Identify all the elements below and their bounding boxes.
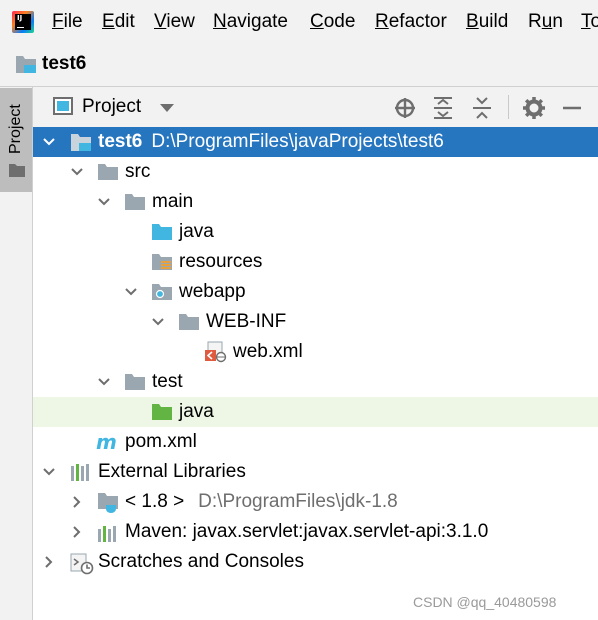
tree-row-jdk[interactable]: < 1.8 > D:\ProgramFiles\jdk-1.8 xyxy=(33,487,598,517)
tree-label-webxml: web.xml xyxy=(233,341,303,362)
source-folder-icon xyxy=(152,224,172,240)
folder-icon xyxy=(98,164,118,180)
project-view-icon xyxy=(53,97,73,115)
menu-refactor[interactable]: Refactor xyxy=(375,11,447,33)
chevron-down-icon[interactable] xyxy=(97,195,111,209)
breadcrumb-project[interactable]: test6 xyxy=(42,53,86,75)
folder-icon xyxy=(125,194,145,210)
tree-row-test[interactable]: test xyxy=(33,367,598,397)
jdk-folder-icon xyxy=(98,493,118,513)
folder-icon xyxy=(179,314,199,330)
tree-row-webapp[interactable]: webapp xyxy=(33,277,598,307)
folder-icon xyxy=(125,374,145,390)
web-folder-icon xyxy=(152,284,172,300)
svg-text:m: m xyxy=(96,432,117,452)
minimize-icon[interactable] xyxy=(560,96,584,120)
chevron-down-icon[interactable] xyxy=(42,465,56,479)
menu-file[interactable]: File xyxy=(52,11,83,33)
tree-label-webinf: WEB-INF xyxy=(206,311,287,332)
tree-label-main: main xyxy=(152,191,194,212)
tree-row-pom[interactable]: m pom.xml xyxy=(33,427,598,457)
tree-label-jdk: < 1.8 > D:\ProgramFiles\jdk-1.8 xyxy=(125,491,398,512)
tree-row-java-main[interactable]: java xyxy=(33,217,598,247)
collapse-all-icon[interactable] xyxy=(470,96,494,120)
scratches-icon xyxy=(70,553,94,575)
locate-target-icon[interactable] xyxy=(393,96,417,120)
maven-icon: m xyxy=(96,432,117,452)
chevron-right-icon[interactable] xyxy=(70,525,84,539)
chevron-down-icon[interactable] xyxy=(97,375,111,389)
xml-file-icon xyxy=(205,341,227,363)
tree-row-src[interactable]: src xyxy=(33,157,598,187)
chevron-right-icon[interactable] xyxy=(42,555,56,569)
tree-label-test: test xyxy=(152,371,183,392)
folder-icon xyxy=(9,164,25,177)
menu-bar xyxy=(0,0,598,44)
tree-row-maven-servlet-api[interactable]: Maven: javax.servlet:javax.servlet-api:3… xyxy=(33,517,598,547)
menu-navigate[interactable]: Navigate xyxy=(213,11,288,33)
menu-view[interactable]: View xyxy=(154,11,195,33)
tree-row-java-test[interactable]: java xyxy=(33,397,598,427)
tree-row-resources[interactable]: resources xyxy=(33,247,598,277)
toolbar-separator xyxy=(508,95,509,119)
chevron-down-icon[interactable] xyxy=(70,165,84,179)
chevron-down-icon[interactable] xyxy=(160,104,174,112)
chevron-down-icon[interactable] xyxy=(151,315,165,329)
chevron-down-icon[interactable] xyxy=(124,285,138,299)
project-tool-tab-label[interactable]: Project xyxy=(4,98,28,154)
watermark: CSDN @qq_40480598 xyxy=(413,594,557,610)
gear-icon[interactable] xyxy=(522,96,546,120)
menu-code[interactable]: Code xyxy=(310,11,355,33)
tree-label-src: src xyxy=(125,161,151,182)
tree-row-scratches[interactable]: Scratches and Consoles xyxy=(33,547,598,577)
resources-folder-icon xyxy=(152,254,172,270)
project-view-title[interactable]: Project xyxy=(82,96,141,118)
tree-row-webinf[interactable]: WEB-INF xyxy=(33,307,598,337)
tree-label-java-main: java xyxy=(179,221,214,242)
navigation-bar xyxy=(0,44,598,87)
tree-label-external-libraries: External Libraries xyxy=(98,461,246,482)
project-folder-icon xyxy=(71,134,91,151)
tree-row-webxml[interactable]: web.xml xyxy=(33,337,598,367)
tree-label-test6: test6 D:\ProgramFiles\javaProjects\test6 xyxy=(98,131,444,152)
intellij-logo-icon: IJ xyxy=(12,11,34,33)
menu-tools[interactable]: To xyxy=(581,11,598,33)
chevron-right-icon[interactable] xyxy=(70,495,84,509)
tree-label-resources: resources xyxy=(179,251,263,272)
chevron-down-icon[interactable] xyxy=(42,135,56,149)
tree-label-maven-servlet-api: Maven: javax.servlet:javax.servlet-api:3… xyxy=(125,521,489,542)
menu-build[interactable]: Build xyxy=(466,11,508,33)
menu-run[interactable]: Run xyxy=(528,11,563,33)
tree-label-pom: pom.xml xyxy=(125,431,197,452)
tree-row-test6[interactable]: test6 D:\ProgramFiles\javaProjects\test6 xyxy=(33,127,598,157)
library-icon xyxy=(71,464,89,481)
library-icon xyxy=(98,526,116,542)
tree-row-main[interactable]: main xyxy=(33,187,598,217)
project-folder-icon xyxy=(16,56,36,73)
tree-row-external-libraries[interactable]: External Libraries xyxy=(33,457,598,487)
menu-edit[interactable]: Edit xyxy=(102,11,135,33)
tree-label-scratches: Scratches and Consoles xyxy=(98,551,304,572)
test-folder-icon xyxy=(152,404,172,420)
tree-label-webapp: webapp xyxy=(179,281,246,302)
tree-label-java-test: java xyxy=(179,401,214,422)
expand-all-icon[interactable] xyxy=(431,96,455,120)
